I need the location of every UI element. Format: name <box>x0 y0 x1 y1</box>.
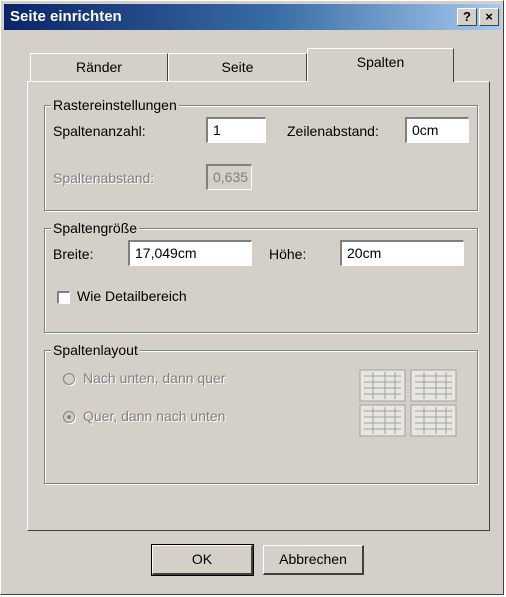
down-then-across-label: Nach unten, dann quer <box>83 370 226 386</box>
across-then-down-label: Quer, dann nach unten <box>83 408 226 424</box>
same-as-detail-label: Wie Detailbereich <box>77 288 187 304</box>
column-layout-legend: Spaltenlayout <box>51 342 140 358</box>
row-spacing-input[interactable]: 0cm <box>405 117 469 143</box>
tab-raender[interactable]: Ränder <box>30 53 168 81</box>
height-input[interactable]: 20cm <box>340 240 464 266</box>
close-button[interactable]: × <box>479 8 499 26</box>
tab-spalten[interactable]: Spalten <box>307 48 454 82</box>
column-spacing-label: Spaltenabstand: <box>53 170 155 186</box>
same-as-detail-checkbox[interactable] <box>57 291 70 304</box>
width-label: Breite: <box>53 246 94 262</box>
tab-panel-spalten: Rastereinstellungen Spaltenanzahl: 1 Zei… <box>27 81 490 531</box>
width-input[interactable]: 17,049cm <box>128 240 252 266</box>
tab-label: Spalten <box>356 54 405 70</box>
title-bar[interactable]: Seite einrichten ? × <box>4 4 501 30</box>
columns-label: Spaltenanzahl: <box>53 123 146 139</box>
ok-button-label: OK <box>191 551 213 567</box>
column-layout-preview-icon <box>356 366 460 440</box>
column-spacing-input[interactable]: 0,635 <box>206 164 252 190</box>
close-icon: × <box>485 9 493 24</box>
column-layout-group: Spaltenlayout Nach unten, dann quer Quer… <box>44 342 478 484</box>
page-setup-dialog: Seite einrichten ? × Ränder Seite Spalte… <box>0 0 504 595</box>
help-button[interactable]: ? <box>457 8 477 26</box>
tab-label: Ränder <box>76 59 122 75</box>
tab-label: Seite <box>221 59 254 75</box>
column-size-legend: Spaltengröße <box>51 220 140 236</box>
across-then-down-radio[interactable] <box>63 411 75 423</box>
window-title: Seite einrichten <box>10 8 122 25</box>
help-icon: ? <box>463 9 471 24</box>
cancel-button[interactable]: Abbrechen <box>263 545 364 575</box>
columns-count-input[interactable]: 1 <box>206 117 266 143</box>
grid-settings-group: Rastereinstellungen Spaltenanzahl: 1 Zei… <box>44 97 478 211</box>
tab-seite[interactable]: Seite <box>168 53 307 81</box>
down-then-across-radio[interactable] <box>63 373 75 385</box>
ok-button[interactable]: OK <box>151 544 254 576</box>
height-label: Höhe: <box>269 246 307 262</box>
column-size-group: Spaltengröße Breite: 17,049cm Höhe: 20cm… <box>44 220 478 333</box>
row-spacing-label: Zeilenabstand: <box>287 123 379 139</box>
cancel-button-label: Abbrechen <box>279 551 347 567</box>
grid-settings-legend: Rastereinstellungen <box>51 97 179 113</box>
